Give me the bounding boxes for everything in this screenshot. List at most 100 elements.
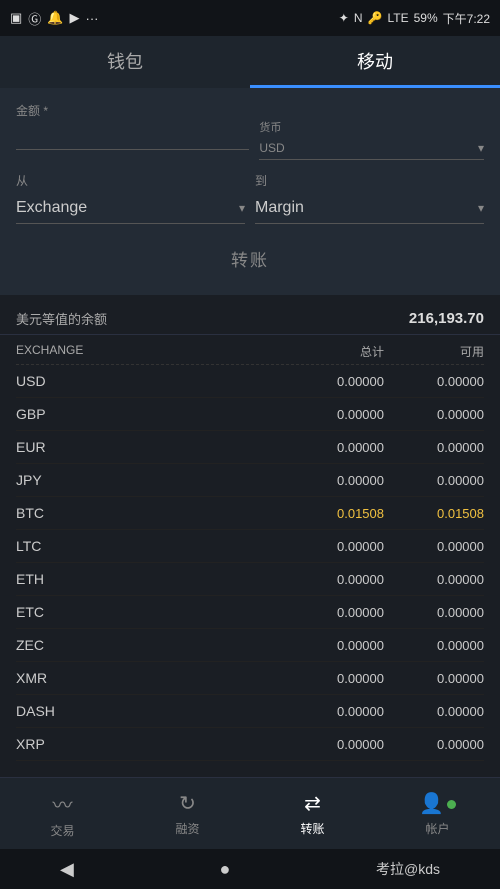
currency-cell: EUR bbox=[16, 439, 96, 455]
amount-label: 金额 * bbox=[16, 102, 249, 119]
key-icon: 🔑 bbox=[368, 11, 383, 25]
table-body: USD0.000000.00000GBP0.000000.00000EUR0.0… bbox=[16, 365, 484, 761]
tab-transfer-label: 移动 bbox=[357, 48, 393, 74]
currency-table: EXCHANGE 总计 可用 USD0.000000.00000GBP0.000… bbox=[0, 335, 500, 761]
table-row: USD0.000000.00000 bbox=[16, 365, 484, 398]
from-field-wrap: 从 Exchange ▾ bbox=[16, 172, 245, 224]
currency-cell: LTC bbox=[16, 538, 96, 554]
amount-field-wrap: 金额 * bbox=[16, 102, 249, 150]
tab-wallet-label: 钱包 bbox=[107, 48, 143, 74]
available-header: 可用 bbox=[384, 343, 484, 360]
currency-label: 货币 bbox=[259, 119, 484, 135]
currency-dropdown[interactable]: USD ▾ bbox=[259, 137, 484, 160]
total-cell: 0.00000 bbox=[96, 440, 384, 455]
currency-cell: XRP bbox=[16, 736, 96, 752]
app-icon-2: Ⓖ bbox=[28, 9, 41, 28]
from-to-row: 从 Exchange ▾ 到 Margin ▾ bbox=[16, 172, 484, 224]
to-dropdown[interactable]: Margin ▾ bbox=[255, 193, 484, 224]
table-row: GBP0.000000.00000 bbox=[16, 398, 484, 431]
available-cell: 0.00000 bbox=[384, 704, 484, 719]
total-cell: 0.00000 bbox=[96, 539, 384, 554]
time-display: 下午7:22 bbox=[443, 10, 490, 27]
available-cell: 0.00000 bbox=[384, 374, 484, 389]
currency-cell: BTC bbox=[16, 505, 96, 521]
nfc-icon: N bbox=[354, 11, 363, 25]
total-cell: 0.00000 bbox=[96, 572, 384, 587]
nav-account-label: 帐户 bbox=[425, 820, 449, 837]
nav-funding[interactable]: ↻ 融资 bbox=[125, 778, 250, 849]
currency-cell: JPY bbox=[16, 472, 96, 488]
back-button[interactable]: ◀ bbox=[60, 859, 74, 880]
available-cell: 0.00000 bbox=[384, 440, 484, 455]
currency-select-wrap: 货币 USD ▾ bbox=[259, 119, 484, 160]
exchange-section-label: EXCHANGE bbox=[16, 343, 96, 360]
from-label: 从 bbox=[16, 172, 245, 189]
account-icon: 👤 bbox=[419, 791, 456, 816]
table-row: ETC0.000000.00000 bbox=[16, 596, 484, 629]
table-row: JPY0.000000.00000 bbox=[16, 464, 484, 497]
funding-icon: ↻ bbox=[179, 791, 196, 816]
total-cell: 0.01508 bbox=[96, 506, 384, 521]
available-cell: 0.00000 bbox=[384, 737, 484, 752]
from-value: Exchange bbox=[16, 199, 87, 217]
from-dropdown[interactable]: Exchange ▾ bbox=[16, 193, 245, 224]
available-cell: 0.00000 bbox=[384, 605, 484, 620]
currency-cell: XMR bbox=[16, 670, 96, 686]
nav-transfer[interactable]: ⇄ 转账 bbox=[250, 778, 375, 849]
nav-trading[interactable]: 〰 交易 bbox=[0, 778, 125, 849]
system-nav-bar: ◀ ● 考拉@kds bbox=[0, 849, 500, 889]
app-icon-1: ▣ bbox=[10, 10, 22, 26]
total-cell: 0.00000 bbox=[96, 407, 384, 422]
recents-button[interactable]: 考拉@kds bbox=[376, 859, 440, 879]
status-left-icons: ▣ Ⓖ 🔔 ▶ ··· bbox=[10, 9, 99, 28]
total-cell: 0.00000 bbox=[96, 704, 384, 719]
tab-transfer[interactable]: 移动 bbox=[250, 36, 500, 88]
main-tab-bar: 钱包 移动 bbox=[0, 36, 500, 88]
to-chevron-icon: ▾ bbox=[478, 201, 484, 215]
transfer-icon: ⇄ bbox=[304, 791, 321, 816]
table-row: DASH0.000000.00000 bbox=[16, 695, 484, 728]
currency-cell: USD bbox=[16, 373, 96, 389]
available-cell: 0.00000 bbox=[384, 473, 484, 488]
from-chevron-icon: ▾ bbox=[239, 201, 245, 215]
table-row: LTC0.000000.00000 bbox=[16, 530, 484, 563]
transfer-button[interactable]: 转账 bbox=[231, 246, 269, 271]
bluetooth-icon: ✦ bbox=[339, 11, 349, 25]
status-bar: ▣ Ⓖ 🔔 ▶ ··· ✦ N 🔑 LTE 59% 下午7:22 bbox=[0, 0, 500, 36]
home-button[interactable]: ● bbox=[219, 859, 230, 880]
nav-transfer-label: 转账 bbox=[300, 820, 324, 837]
nav-funding-label: 融资 bbox=[175, 820, 199, 837]
dots: ··· bbox=[86, 11, 99, 26]
available-cell: 0.00000 bbox=[384, 407, 484, 422]
total-cell: 0.00000 bbox=[96, 638, 384, 653]
transfer-form: 金额 * 货币 USD ▾ 从 Exchange ▾ 到 Margin ▾ bbox=[0, 88, 500, 295]
trading-icon: 〰 bbox=[53, 789, 73, 818]
balance-section: 美元等值的余额 216,193.70 bbox=[0, 295, 500, 335]
amount-input[interactable] bbox=[16, 123, 249, 150]
currency-cell: ZEC bbox=[16, 637, 96, 653]
bottom-nav: 〰 交易 ↻ 融资 ⇄ 转账 👤 帐户 bbox=[0, 777, 500, 849]
table-header: EXCHANGE 总计 可用 bbox=[16, 335, 484, 365]
to-field-wrap: 到 Margin ▾ bbox=[255, 172, 484, 224]
available-cell: 0.01508 bbox=[384, 506, 484, 521]
nav-account[interactable]: 👤 帐户 bbox=[375, 778, 500, 849]
table-row: ZEC0.000000.00000 bbox=[16, 629, 484, 662]
online-dot bbox=[447, 800, 456, 809]
tab-wallet[interactable]: 钱包 bbox=[0, 36, 250, 88]
battery-indicator: 59% bbox=[414, 11, 438, 25]
to-value: Margin bbox=[255, 199, 304, 217]
total-cell: 0.00000 bbox=[96, 737, 384, 752]
notification-icon: 🔔 bbox=[47, 10, 63, 26]
available-cell: 0.00000 bbox=[384, 539, 484, 554]
total-cell: 0.00000 bbox=[96, 473, 384, 488]
signal-indicator: LTE bbox=[387, 11, 408, 25]
available-cell: 0.00000 bbox=[384, 572, 484, 587]
table-row: XRP0.000000.00000 bbox=[16, 728, 484, 761]
table-row: XMR0.000000.00000 bbox=[16, 662, 484, 695]
table-row: BTC0.015080.01508 bbox=[16, 497, 484, 530]
total-cell: 0.00000 bbox=[96, 671, 384, 686]
total-header: 总计 bbox=[96, 343, 384, 360]
total-cell: 0.00000 bbox=[96, 374, 384, 389]
total-cell: 0.00000 bbox=[96, 605, 384, 620]
balance-value: 216,193.70 bbox=[409, 310, 484, 327]
